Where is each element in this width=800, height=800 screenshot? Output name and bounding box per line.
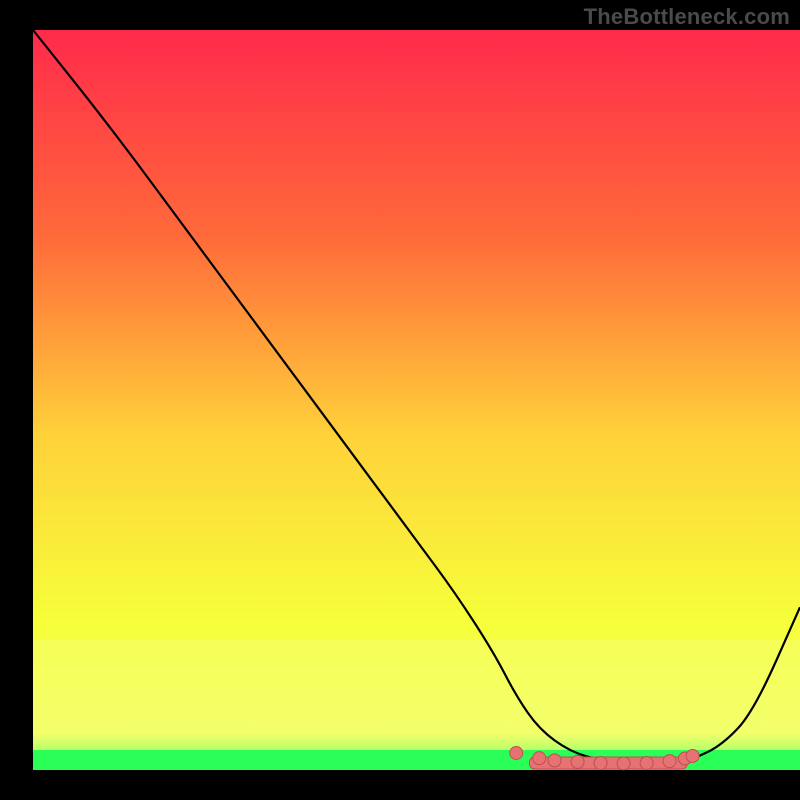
highlight-marker (533, 752, 546, 765)
highlight-marker (640, 756, 653, 769)
highlight-marker (571, 755, 584, 768)
highlight-marker (663, 755, 676, 768)
highlight-marker (617, 757, 630, 770)
highlight-marker (548, 754, 561, 767)
pale-band (33, 640, 800, 750)
bottleneck-chart (0, 0, 800, 800)
attribution-label: TheBottleneck.com (584, 4, 790, 30)
highlight-marker (686, 749, 699, 762)
chart-frame: { "attribution": "TheBottleneck.com", "c… (0, 0, 800, 800)
highlight-marker (594, 756, 607, 769)
highlight-marker (510, 746, 523, 759)
